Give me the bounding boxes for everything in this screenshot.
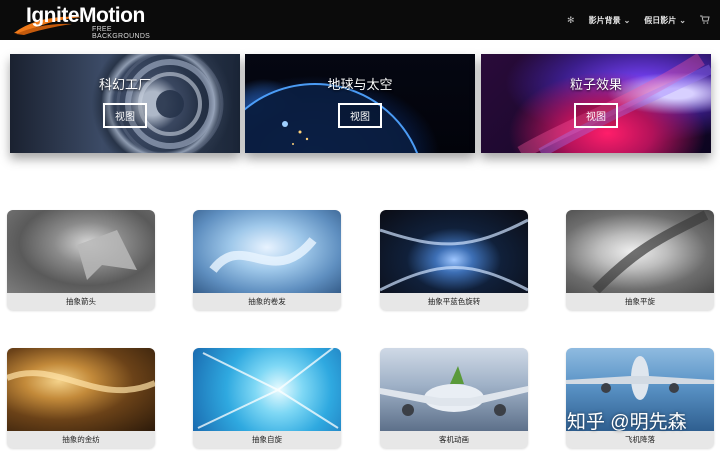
cart-icon[interactable] [700,15,710,26]
video-title: 抽象平蓝色旋转 [380,293,528,310]
video-title: 抽象自旋 [193,431,341,448]
video-thumbnail [380,210,528,293]
thumbnail-art [209,237,317,273]
main-nav: ✻ 影片背景 ⌄ 假日影片 ⌄ [567,0,710,40]
chevron-down-icon: ⌄ [679,15,686,25]
view-button[interactable]: 视图 [103,103,147,128]
nav-menu-holiday-videos[interactable]: 假日影片 ⌄ [644,15,686,26]
chevron-down-icon: ⌄ [623,15,631,25]
nav-menu-label: 影片背景 [588,15,621,25]
site-logo[interactable]: IgniteMotion FREE BACKGROUNDS [12,3,172,40]
video-card[interactable]: 抽象平蓝色旋转 [380,210,528,310]
thumbnail-art [7,370,155,394]
video-title: 抽象的金纺 [7,431,155,448]
banner-earth-and-space[interactable]: 地球与太空 视图 [245,54,475,153]
video-thumbnail [566,210,714,294]
video-card[interactable]: 抽象的卷发 [193,210,341,310]
banner-title: 科幻工厂 [98,77,151,92]
video-thumbnail [193,348,341,431]
video-thumbnail [7,210,155,293]
top-navbar: IgniteMotion FREE BACKGROUNDS ✻ 影片背景 ⌄ 假… [0,0,720,40]
video-title: 抽象平旋 [566,293,714,310]
video-title: 抽象的卷发 [193,293,341,310]
airplane-art [380,366,528,416]
thumbnail-art [77,230,137,280]
view-button[interactable]: 视图 [338,103,382,128]
video-card[interactable]: 抽象箭头 [7,210,155,310]
video-title: 客机动画 [380,431,528,448]
nav-menu-label: 假日影片 [644,15,677,25]
banner-title: 地球与太空 [327,77,393,92]
video-thumbnail [380,348,528,431]
video-thumbnail [193,210,341,293]
video-title: 抽象箭头 [7,293,155,310]
video-thumbnail [7,348,155,431]
video-card[interactable]: 抽象平旋 [566,210,714,310]
logo-tagline: FREE BACKGROUNDS [92,26,151,40]
video-card[interactable]: 抽象的金纺 [7,348,155,448]
banner-scifi-factory[interactable]: 科幻工厂 视图 [10,54,240,153]
banner-particle-effects[interactable]: 粒子效果 视图 [481,54,711,153]
view-button[interactable]: 视图 [574,103,618,128]
thumbnail-art [592,210,709,294]
thumbnail-art [380,218,528,292]
nav-menu-video-backgrounds[interactable]: 影片背景 ⌄ [589,15,631,26]
watermark: 知乎 @明先森 [567,412,687,433]
gear-icon[interactable]: ✻ [567,15,575,26]
video-card[interactable]: 抽象自旋 [193,348,341,448]
video-card[interactable]: 客机动画 [380,348,528,448]
logo-text: IgniteMotion [26,4,145,27]
thumbnail-art [197,348,339,429]
banner-title: 粒子效果 [569,77,622,92]
